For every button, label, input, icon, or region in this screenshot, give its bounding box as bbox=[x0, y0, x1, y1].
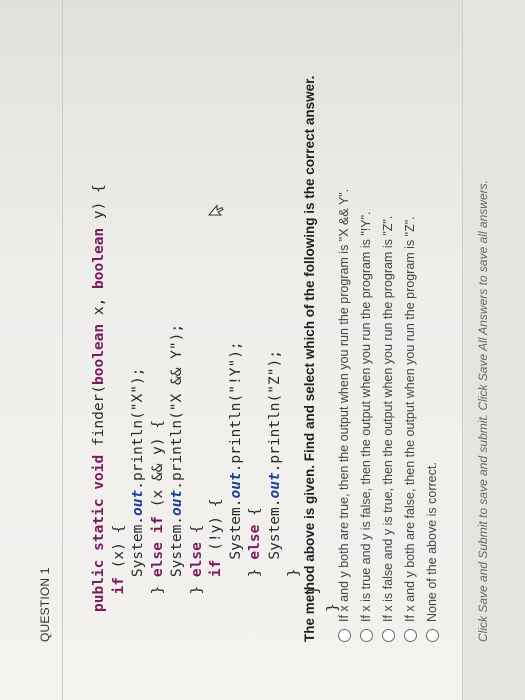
answer-option-label: None of the above is correct. bbox=[425, 462, 439, 622]
question-title: QUESTION 1 bbox=[38, 567, 52, 642]
code-line: if (x) { bbox=[110, 524, 127, 595]
radio-button[interactable] bbox=[359, 629, 373, 642]
code-line: public static void finder(boolean x, boo… bbox=[91, 184, 107, 612]
footer-instructions: Click Save and Submit to save and submit… bbox=[476, 180, 490, 642]
answer-option-label: If x and y both are false, then the outp… bbox=[403, 216, 417, 622]
radio-button[interactable] bbox=[403, 629, 417, 642]
mouse-pointer-icon bbox=[208, 204, 224, 216]
code-line: System.out.println("!Y"); bbox=[227, 341, 244, 612]
quiz-page: QUESTION 1 public static void finder(boo… bbox=[0, 0, 525, 700]
radio-button[interactable] bbox=[337, 629, 351, 642]
answer-option[interactable]: If x is true and y is false, then the ou… bbox=[359, 212, 373, 642]
answer-option-label: If x is false and y is true, then the ou… bbox=[381, 215, 395, 622]
code-line: } else if (x && y) { bbox=[149, 419, 166, 612]
answer-option-label: If x is true and y is false, then the ou… bbox=[359, 211, 373, 622]
code-line: System.out.println("Z"); bbox=[266, 350, 283, 612]
code-line: if (!y) { bbox=[208, 498, 224, 578]
code-line: System.out.println("X"); bbox=[130, 367, 146, 612]
answer-option[interactable]: If x is false and y is true, then the ou… bbox=[381, 216, 395, 642]
question-prompt: The method above is given. Find and sele… bbox=[302, 75, 317, 642]
code-line: } bbox=[286, 568, 302, 612]
answer-option[interactable]: If x and y both are true, then the outpu… bbox=[337, 189, 351, 642]
footer-bar: Click Save and Submit to save and submit… bbox=[462, 0, 525, 700]
radio-button[interactable] bbox=[425, 629, 439, 642]
answer-option[interactable]: None of the above is correct. bbox=[425, 462, 439, 642]
question-header: QUESTION 1 bbox=[0, 0, 63, 700]
answer-option-label: If x and y both are true, then the outpu… bbox=[337, 188, 351, 622]
radio-button[interactable] bbox=[381, 629, 395, 642]
answer-option[interactable]: If x and y both are false, then the outp… bbox=[403, 216, 417, 642]
code-line: } else { bbox=[247, 507, 263, 612]
code-line: } else { bbox=[188, 524, 205, 612]
code-line: System.out.println("X && Y"); bbox=[169, 323, 185, 612]
